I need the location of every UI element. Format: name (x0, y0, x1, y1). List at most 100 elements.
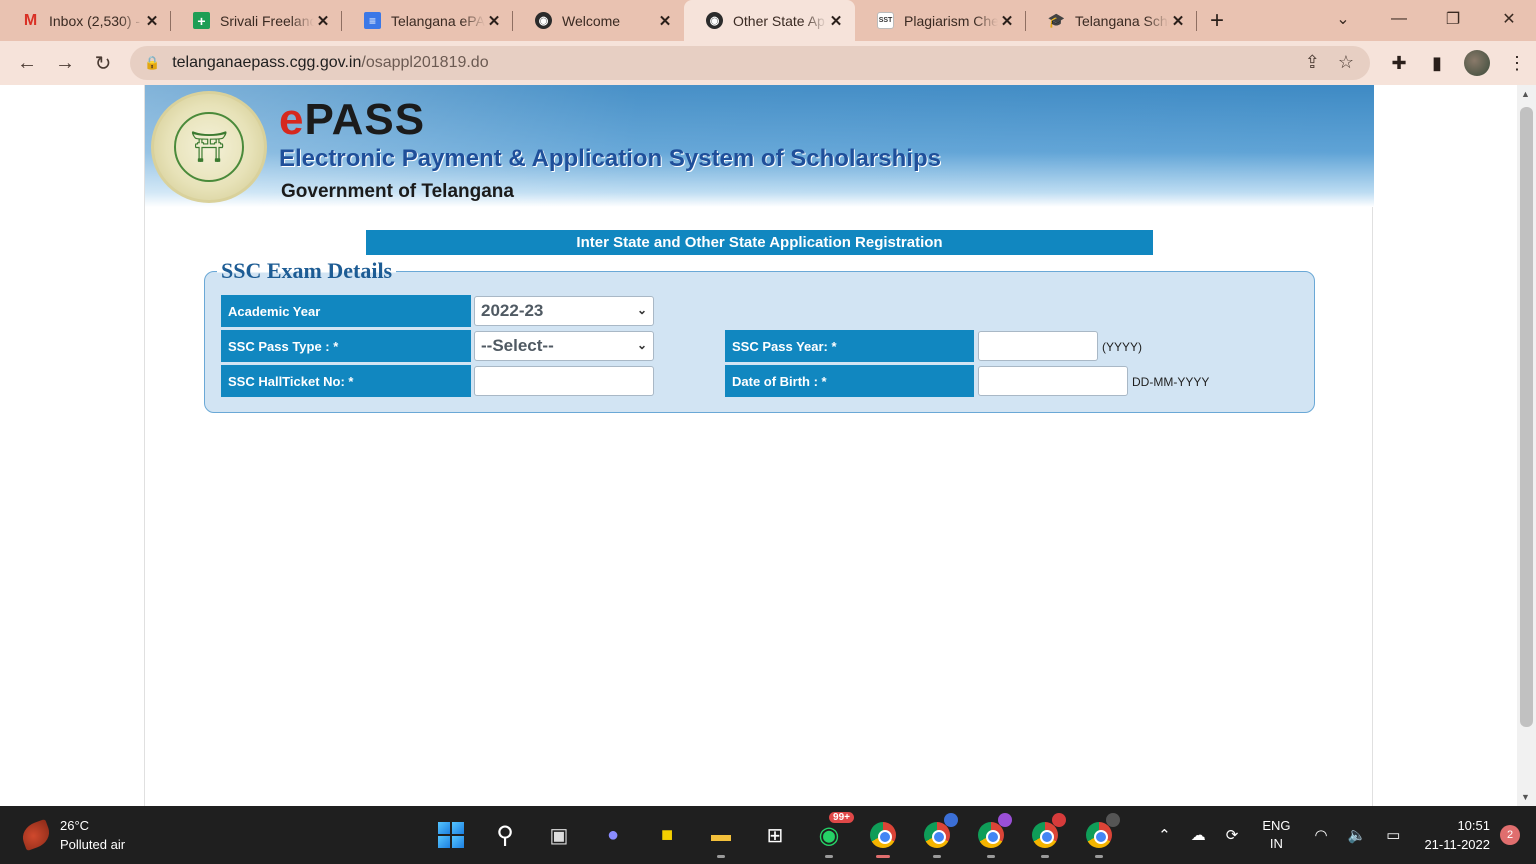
chrome-button-5[interactable] (1080, 813, 1120, 858)
clock[interactable]: 10:51 21-11-2022 (1424, 816, 1490, 854)
scrollbar-thumb[interactable] (1520, 107, 1533, 727)
close-icon[interactable]: ✕ (656, 12, 674, 30)
whatsapp-badge: 99+ (829, 812, 854, 823)
tab-title: Plagiarism Che (904, 12, 998, 29)
chevron-down-icon: ⌄ (1336, 11, 1350, 28)
system-tray: ⌃ ☁ ⟳ ENG IN ◠ 🔈 ▭ 10:51 21-11-2022 2 (1148, 806, 1536, 864)
date-of-birth-input[interactable] (978, 366, 1128, 396)
start-button[interactable] (432, 816, 470, 854)
minimize-icon: — (1391, 10, 1407, 27)
sheets-icon: + (193, 12, 210, 29)
tab-welcome[interactable]: ◉ Welcome ✕ (513, 0, 684, 41)
date-of-birth-hint: DD-MM-YYYY (1132, 375, 1210, 389)
back-button[interactable]: ← (8, 47, 46, 79)
tab-telangana-scholarship[interactable]: 🎓 Telangana Scho ✕ (1026, 0, 1197, 41)
tab-sheets[interactable]: + Srivali Freelanc ✕ (171, 0, 342, 41)
chrome-icon (1032, 822, 1058, 848)
academic-year-select[interactable]: 2022-23 ⌄ (474, 296, 654, 326)
scroll-down-icon[interactable]: ▼ (1521, 792, 1530, 802)
avatar[interactable] (1464, 50, 1490, 76)
header-banner: ⛩ ePASS Electronic Payment & Application… (145, 85, 1374, 207)
brand-pass: PASS (304, 95, 426, 144)
close-icon: ✕ (1502, 11, 1516, 28)
chrome-button-3[interactable] (972, 813, 1012, 858)
tab-title: Telangana ePA (391, 12, 485, 29)
whatsapp-button[interactable]: ◉ 99+ (810, 812, 854, 858)
tab-title: Telangana Scho (1075, 12, 1169, 29)
volume-icon[interactable]: 🔈 (1348, 826, 1367, 844)
brand-logo: ePASS (279, 95, 425, 145)
address-path: /osappl201819.do (361, 54, 489, 71)
tab-title: Inbox (2,530) - (49, 12, 141, 29)
date-of-birth-label: Date of Birth : * (725, 365, 974, 397)
close-icon[interactable]: ✕ (485, 12, 503, 30)
globe-icon: ◉ (535, 12, 552, 29)
ssc-pass-type-select[interactable]: --Select-- ⌄ (474, 331, 654, 361)
side-panel-icon[interactable]: ▮ (1418, 53, 1456, 74)
language-indicator[interactable]: ENG IN (1262, 817, 1290, 853)
chrome-button-2[interactable] (918, 813, 958, 858)
telangana-seal-logo: ⛩ (151, 91, 267, 203)
chevron-up-icon[interactable]: ⌃ (1158, 826, 1171, 844)
windows-icon (438, 822, 464, 848)
page-scrollbar[interactable]: ▲ ▼ (1517, 85, 1536, 806)
task-view-icon: ▣ (549, 824, 569, 847)
chrome-button-1[interactable] (864, 816, 902, 858)
microsoft-store-button[interactable]: ⊞ (756, 816, 794, 854)
tab-other-state[interactable]: ◉ Other State Ap ✕ (684, 0, 855, 41)
more-menu-icon[interactable]: ⋮ (1498, 53, 1536, 74)
task-view-button[interactable]: ▣ (540, 816, 578, 854)
close-icon[interactable]: ✕ (143, 12, 161, 30)
reload-icon: ↻ (94, 52, 112, 75)
chevron-down-icon: ⌄ (636, 303, 647, 317)
notification-badge[interactable]: 2 (1500, 825, 1520, 845)
search-button[interactable]: ⚲ (486, 816, 524, 854)
scroll-up-icon[interactable]: ▲ (1521, 89, 1530, 99)
ssc-pass-year-hint: (YYYY) (1102, 340, 1143, 354)
sync-icon[interactable]: ⟳ (1226, 826, 1239, 844)
lock-icon[interactable]: 🔒 (144, 55, 160, 71)
tab-docs[interactable]: ≡ Telangana ePA ✕ (342, 0, 513, 41)
forward-button[interactable]: → (46, 47, 84, 79)
tab-plagiarism[interactable]: SST Plagiarism Che ✕ (855, 0, 1026, 41)
close-icon[interactable]: ✕ (827, 12, 845, 30)
seal-emblem-icon: ⛩ (174, 112, 244, 182)
windows-taskbar: 26°C Polluted air ⚲ ▣ ● ■ ▬ ⊞ ◉ 99+ ⌃ ☁ … (0, 806, 1536, 864)
ssc-pass-year-input[interactable] (978, 331, 1098, 361)
globe-icon: ◉ (706, 12, 723, 29)
sticky-notes-button[interactable]: ■ (648, 816, 686, 854)
close-icon[interactable]: ✕ (1169, 12, 1187, 30)
teams-chat-button[interactable]: ● (594, 816, 632, 854)
weather-widget[interactable]: 26°C Polluted air (18, 816, 125, 854)
tab-strip: M Inbox (2,530) - ✕ + Srivali Freelanc ✕… (0, 0, 1536, 41)
minimize-button[interactable]: — (1374, 0, 1424, 38)
star-icon[interactable]: ☆ (1338, 52, 1354, 73)
sticky-notes-icon: ■ (660, 823, 674, 846)
chrome-icon (870, 822, 896, 848)
profile-badge-icon (1106, 813, 1120, 827)
restore-button[interactable]: ❐ (1428, 0, 1478, 38)
battery-icon[interactable]: ▭ (1386, 826, 1400, 844)
close-window-button[interactable]: ✕ (1484, 0, 1534, 38)
wifi-icon[interactable]: ◠ (1314, 826, 1327, 844)
brand-subtitle: Electronic Payment & Application System … (279, 145, 941, 172)
new-tab-button[interactable]: + (1197, 0, 1237, 41)
extensions-icon[interactable]: ✚ (1380, 53, 1418, 74)
close-icon[interactable]: ✕ (314, 12, 332, 30)
plus-icon: + (1209, 6, 1224, 34)
reload-button[interactable]: ↻ (84, 47, 122, 79)
onedrive-cloud-icon[interactable]: ☁ (1191, 826, 1206, 844)
tab-gmail[interactable]: M Inbox (2,530) - ✕ (0, 0, 171, 41)
brand-government: Government of Telangana (281, 181, 514, 202)
ssc-pass-type-label: SSC Pass Type : * (221, 330, 471, 362)
chrome-button-4[interactable] (1026, 813, 1066, 858)
file-explorer-button[interactable]: ▬ (702, 816, 740, 858)
chrome-icon (924, 822, 950, 848)
profile-badge-icon (1052, 813, 1066, 827)
tab-search-button[interactable]: ⌄ (1318, 0, 1368, 38)
chevron-down-icon: ⌄ (636, 338, 647, 352)
share-icon[interactable]: ⇪ (1305, 52, 1320, 73)
ssc-hallticket-input[interactable] (474, 366, 654, 396)
address-bar[interactable]: 🔒 telanganaepass.cgg.gov.in /osappl20181… (130, 46, 1370, 80)
close-icon[interactable]: ✕ (998, 12, 1016, 30)
